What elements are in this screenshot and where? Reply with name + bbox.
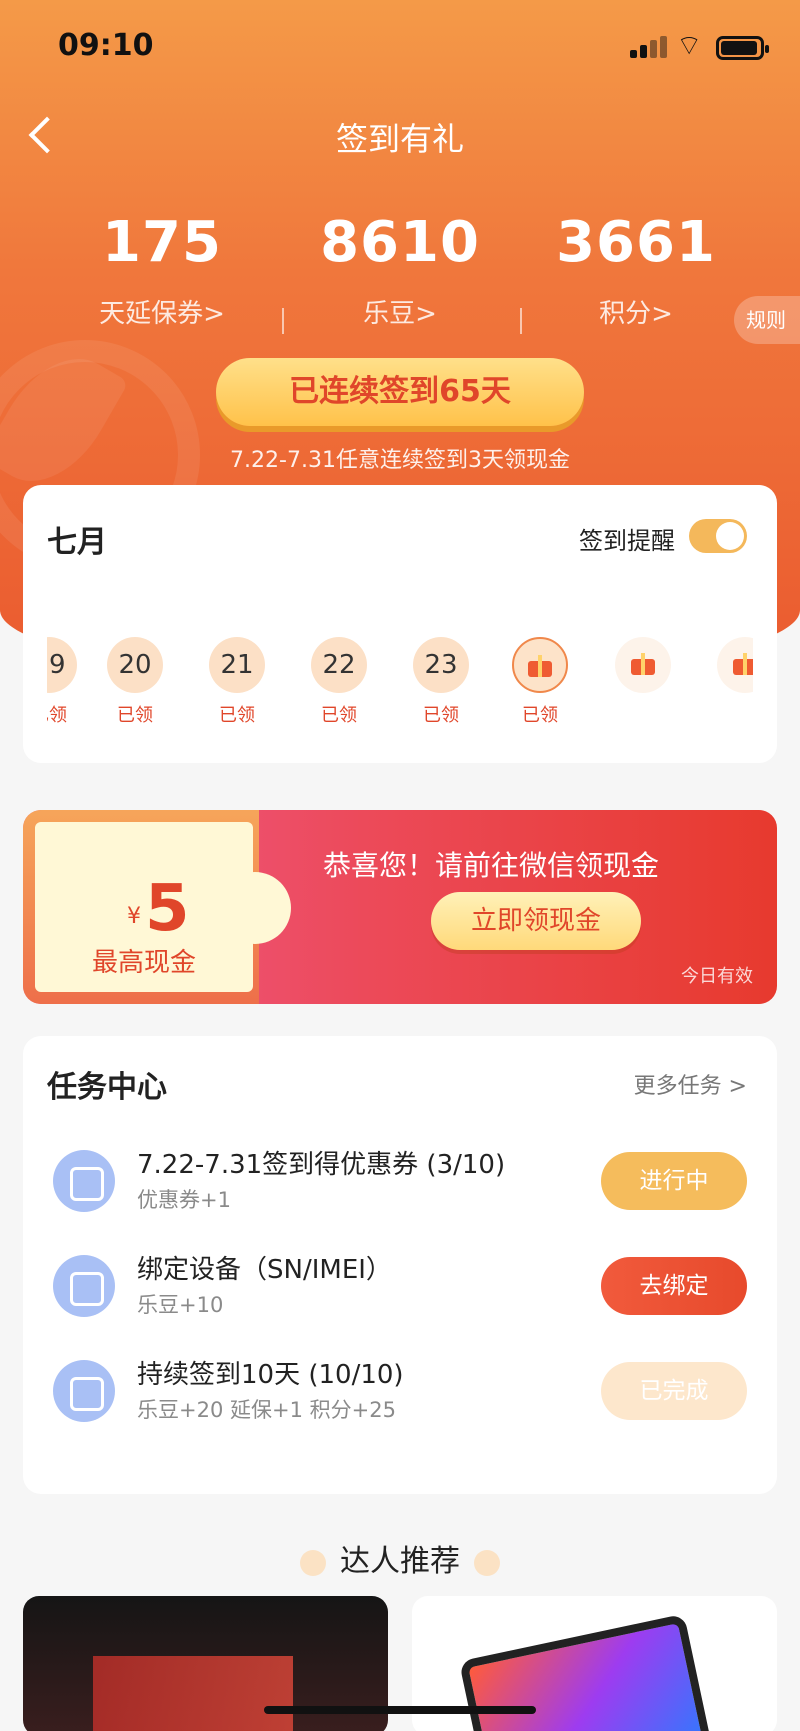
decorative-dot: [300, 1549, 326, 1576]
day-item-today[interactable]: 已领: [510, 637, 570, 727]
calendar-check-icon: [53, 1360, 115, 1422]
claim-cash-button[interactable]: 立即领现金: [431, 892, 641, 950]
gift-icon: [615, 637, 671, 693]
stat-coupons[interactable]: 175 天延保券>: [42, 210, 282, 330]
validity-label: 今日有效: [681, 966, 753, 987]
day-item[interactable]: 22 已领: [309, 637, 369, 727]
day-item[interactable]: 21 已领: [207, 637, 267, 727]
cash-amount-label: 最高现金: [91, 948, 196, 978]
calendar-card: 七月 签到提醒 19 已领 20 已领 21 已领 22 已领 23 已领 已领: [23, 485, 777, 763]
day-item[interactable]: 20 已领: [105, 637, 165, 727]
streak-button[interactable]: 已连续签到65天: [216, 358, 584, 426]
day-strip[interactable]: 19 已领 20 已领 21 已领 22 已领 23 已领 已领: [47, 637, 753, 737]
stat-label: 天延保券>: [99, 299, 225, 329]
day-item[interactable]: [715, 637, 753, 693]
task-title: 绑定设备（SN/IMEI）: [137, 1255, 392, 1285]
more-tasks-link[interactable]: 更多任务 >: [634, 1068, 747, 1100]
day-circle: 23: [413, 637, 469, 693]
page-title: 签到有礼: [335, 120, 464, 158]
gift-icon: [717, 637, 753, 693]
task-in-progress-button[interactable]: 进行中: [601, 1152, 747, 1210]
stat-value: 175: [102, 210, 222, 275]
task-reward: 乐豆+10: [137, 1293, 224, 1317]
task-title: 7.22-7.31签到得优惠券 (3/10): [137, 1150, 506, 1180]
stat-label: 乐豆>: [363, 299, 437, 329]
month-label: 七月: [47, 525, 107, 560]
task-center-title: 任务中心: [47, 1070, 167, 1105]
task-title: 持续签到10天 (10/10): [137, 1360, 404, 1390]
day-status: 已领: [117, 705, 153, 726]
day-item[interactable]: 19 已领: [47, 637, 79, 727]
battery-icon: [716, 36, 769, 60]
stat-points[interactable]: 3661 积分>: [516, 210, 756, 330]
reminder-label: 签到提醒: [579, 527, 675, 555]
signal-icon: [630, 36, 670, 58]
stat-value: 8610: [320, 210, 480, 275]
day-status: 已领: [522, 705, 558, 726]
reminder-toggle[interactable]: [689, 519, 747, 553]
task-center-card: 任务中心 更多任务 > 7.22-7.31签到得优惠券 (3/10) 优惠券+1…: [23, 1036, 777, 1494]
day-circle: 20: [107, 637, 163, 693]
currency-symbol: ¥: [127, 904, 141, 929]
stat-ledou[interactable]: 8610 乐豆>: [280, 210, 520, 330]
status-time: 09:10: [58, 28, 154, 63]
decorative-dot: [474, 1549, 500, 1576]
stat-value: 3661: [556, 210, 716, 275]
task-completed-button[interactable]: 已完成: [601, 1362, 747, 1420]
ticket-notch: [219, 872, 291, 944]
task-item: 持续签到10天 (10/10) 乐豆+20 延保+1 积分+25 已完成: [23, 1346, 777, 1436]
day-circle: 19: [47, 637, 77, 693]
cash-amount: 5: [145, 872, 190, 946]
day-status: 已领: [219, 705, 255, 726]
streak-note: 7.22-7.31任意连续签到3天领现金: [230, 448, 570, 473]
home-indicator: [264, 1706, 536, 1714]
task-item: 绑定设备（SN/IMEI） 乐豆+10 去绑定: [23, 1241, 777, 1331]
badge-check-icon: [53, 1150, 115, 1212]
day-status: 已领: [47, 705, 67, 726]
day-status: 已领: [321, 705, 357, 726]
day-status: 已领: [423, 705, 459, 726]
task-reward: 优惠券+1: [137, 1188, 231, 1212]
status-bar: 09:10 ⌔: [0, 0, 800, 96]
rules-button[interactable]: 规则: [734, 296, 800, 344]
day-item[interactable]: 23 已领: [411, 637, 471, 727]
day-circle: 22: [311, 637, 367, 693]
recommend-header: 达人推荐: [0, 1536, 800, 1580]
day-circle: 21: [209, 637, 265, 693]
phone-icon: [53, 1255, 115, 1317]
day-item[interactable]: [613, 637, 673, 693]
navigation-bar: 签到有礼: [0, 100, 800, 172]
wifi-icon: ⌔: [676, 29, 703, 62]
stat-label: 积分>: [599, 299, 673, 329]
cash-message: 恭喜您！请前往微信领现金: [323, 849, 660, 882]
bind-device-button[interactable]: 去绑定: [601, 1257, 747, 1315]
gift-open-icon: [512, 637, 568, 693]
task-item: 7.22-7.31签到得优惠券 (3/10) 优惠券+1 进行中: [23, 1136, 777, 1226]
task-reward: 乐豆+20 延保+1 积分+25: [137, 1398, 396, 1422]
recommend-title: 达人推荐: [340, 1544, 460, 1579]
cash-reward-banner: ¥ 5 最高现金 恭喜您！请前往微信领现金 立即领现金 今日有效: [23, 810, 777, 1004]
